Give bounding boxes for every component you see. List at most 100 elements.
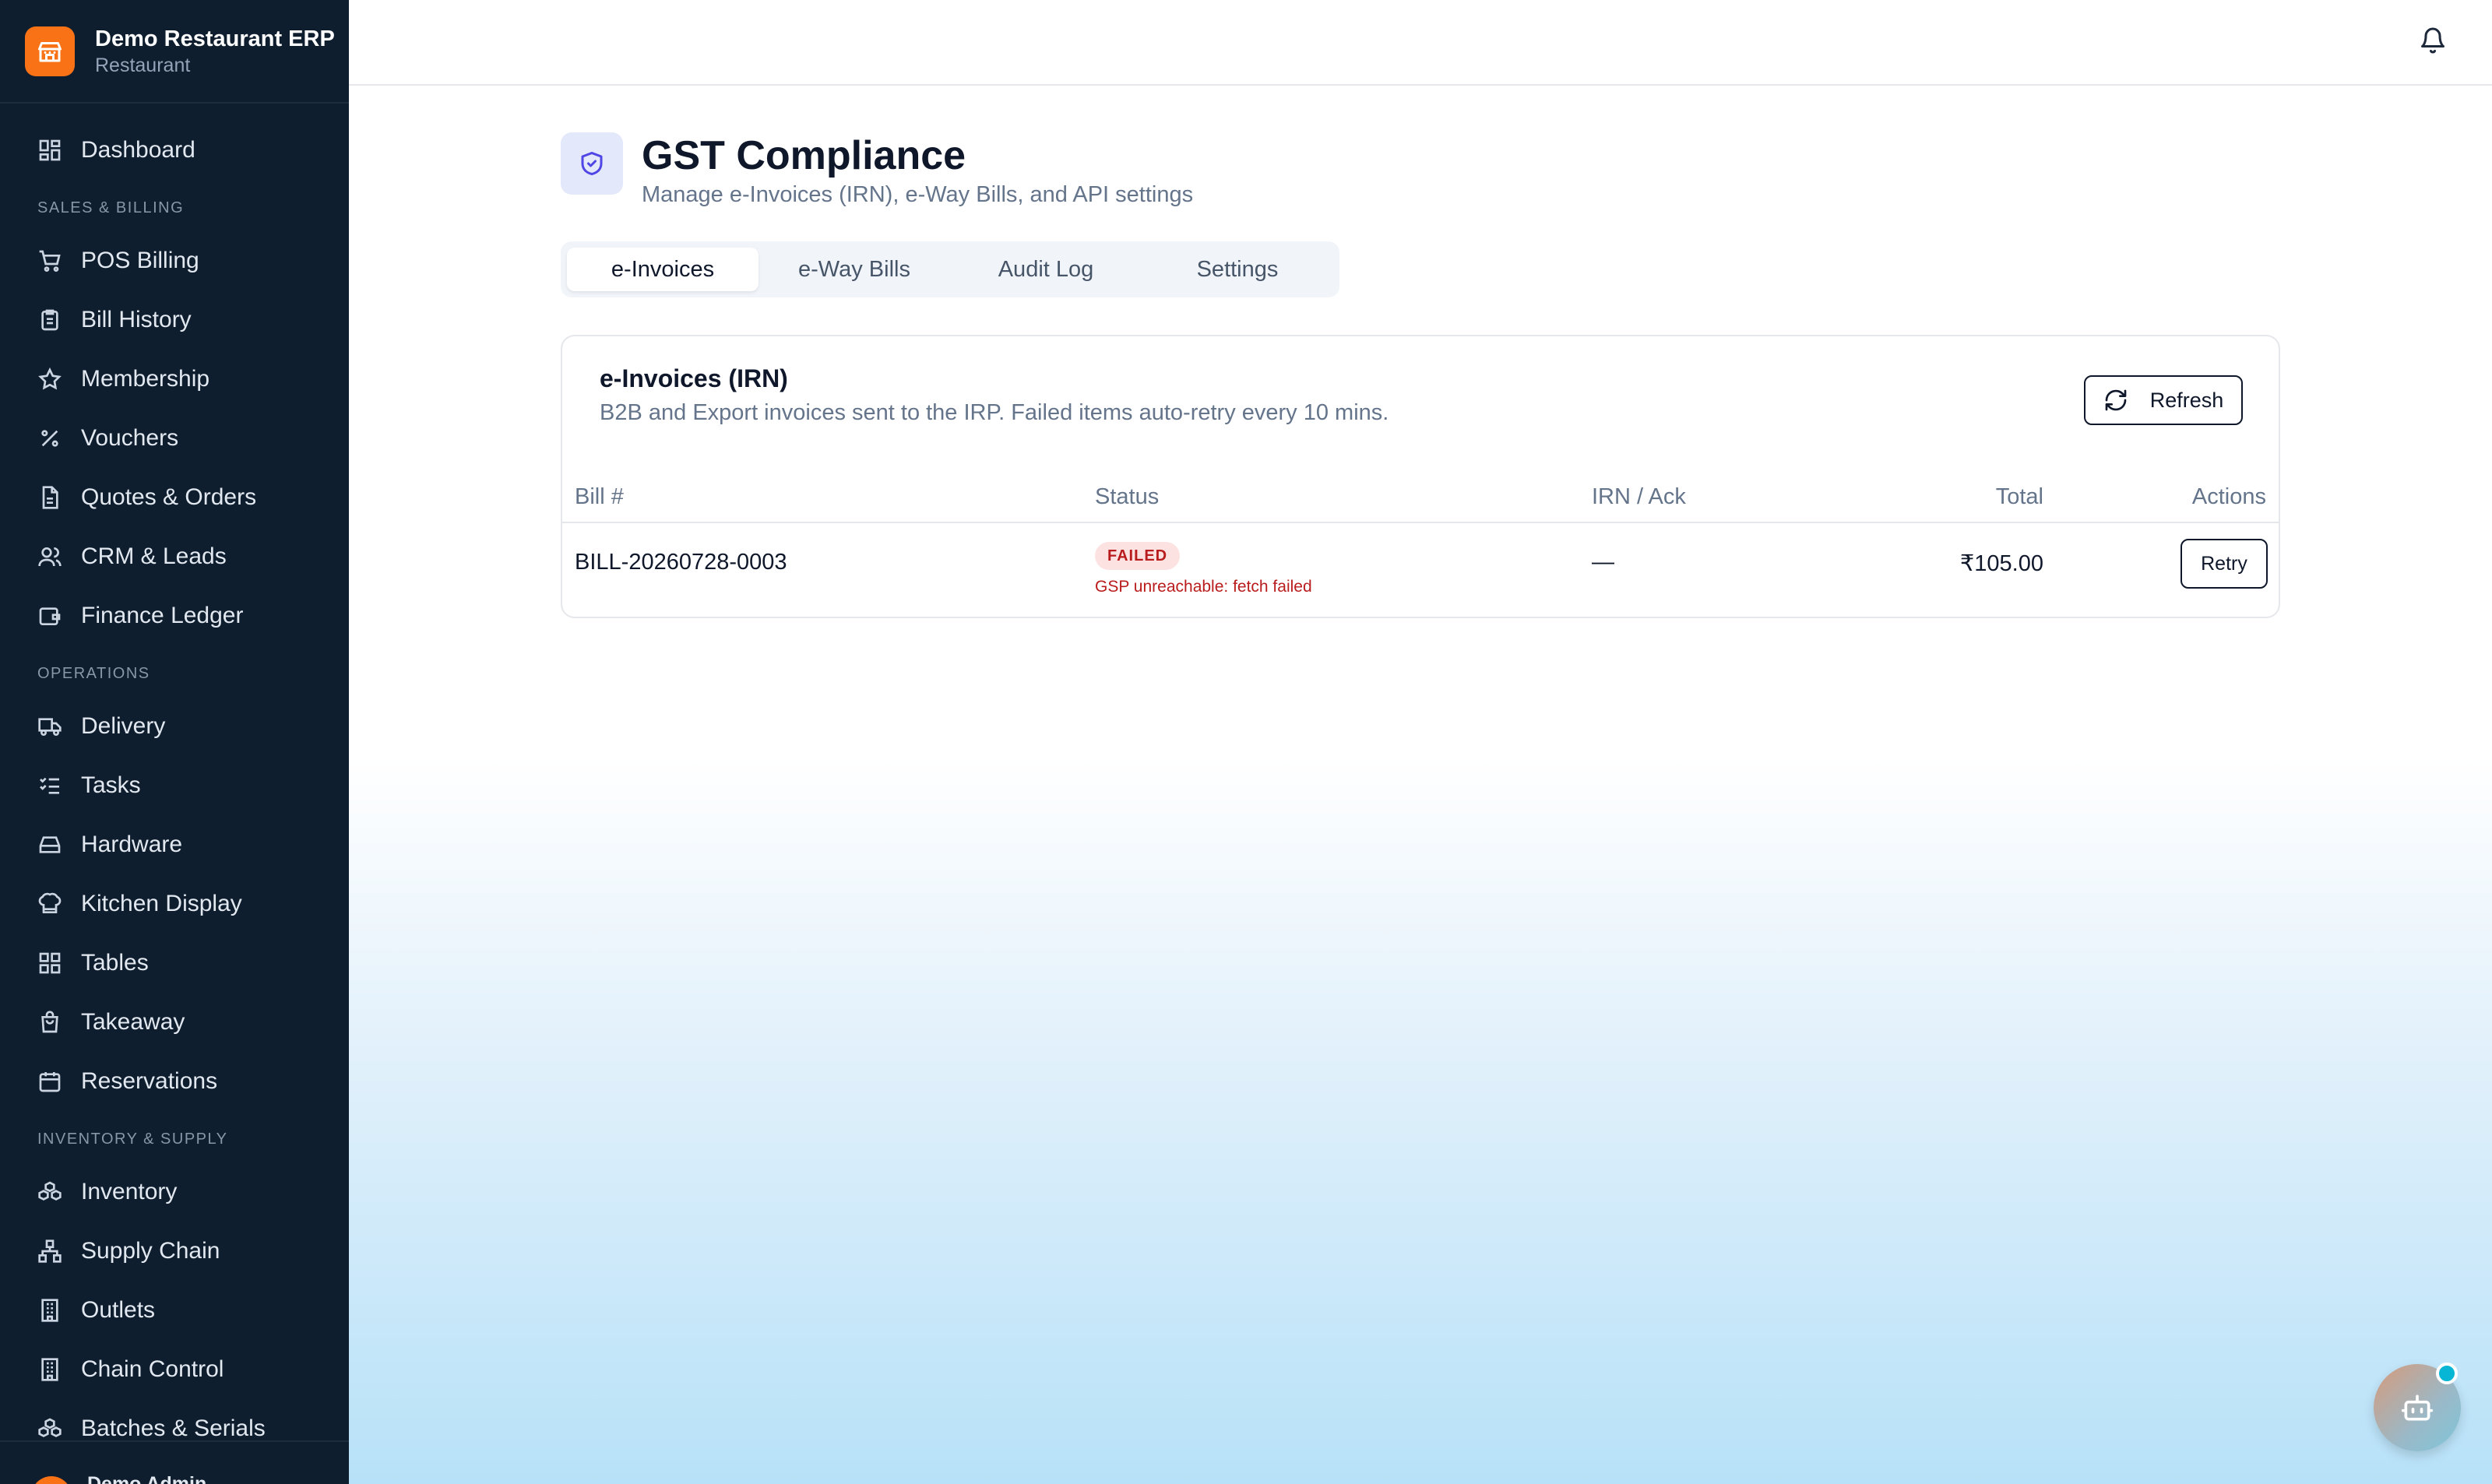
sidebar-item-label: POS Billing	[81, 248, 199, 273]
nav-section-inventory-supply: INVENTORY & SUPPLY	[37, 1130, 228, 1148]
tab-e-invoices[interactable]: e-Invoices	[567, 248, 759, 291]
sidebar-item-label: Delivery	[81, 713, 166, 739]
refresh-button[interactable]: Refresh	[2084, 375, 2243, 425]
calendar-icon	[39, 1072, 61, 1092]
sidebar-item-label: Inventory	[81, 1179, 178, 1204]
status-badge: FAILED	[1095, 542, 1181, 570]
page-header: GST Compliance Manage e-Invoices (IRN), …	[561, 131, 1193, 209]
e-invoices-card: e-Invoices (IRN) B2B and Export invoices…	[561, 335, 2280, 618]
truck-icon	[38, 718, 62, 736]
sidebar-item-tasks[interactable]: Tasks	[0, 756, 349, 815]
sidebar-item-vouchers[interactable]: Vouchers	[0, 409, 349, 468]
chef-hat-icon	[38, 892, 62, 913]
sidebar-user-footer[interactable]: Demo Admin	[0, 1440, 349, 1484]
sidebar-item-label: Outlets	[81, 1297, 156, 1323]
wallet-icon	[39, 607, 61, 625]
sidebar-item-label: Bill History	[81, 307, 192, 332]
sidebar-item-finance-ledger[interactable]: Finance Ledger	[0, 586, 349, 645]
sidebar-item-label: Chain Control	[81, 1356, 224, 1382]
star-icon	[38, 367, 62, 390]
tab-settings[interactable]: Settings	[1142, 248, 1333, 291]
grid-icon	[39, 952, 61, 974]
column-header-irn: IRN / Ack	[1592, 484, 1686, 509]
sidebar-item-takeaway[interactable]: Takeaway	[0, 993, 349, 1052]
sidebar-item-label: Kitchen Display	[81, 891, 242, 916]
sidebar-item-label: Takeaway	[81, 1009, 185, 1035]
column-header-total: Total	[1995, 484, 2043, 509]
sidebar-item-label: Tasks	[81, 772, 141, 798]
column-header-actions: Actions	[2191, 484, 2266, 509]
sidebar-item-chain-control[interactable]: Chain Control	[0, 1340, 349, 1399]
boxes-icon	[38, 1181, 62, 1201]
column-header-bill: Bill #	[575, 484, 624, 509]
sidebar-item-label: Hardware	[81, 832, 183, 857]
sidebar-item-quotes-orders[interactable]: Quotes & Orders	[0, 468, 349, 527]
avatar	[31, 1476, 72, 1484]
error-message: GSP unreachable: fetch failed	[1095, 578, 1312, 596]
store-icon	[25, 26, 75, 76]
user-name: Demo Admin	[87, 1473, 207, 1484]
refresh-icon	[2105, 389, 2127, 411]
percent-icon	[41, 430, 58, 447]
bag-icon	[41, 1011, 58, 1033]
brand-name: Demo Restaurant ERP	[95, 26, 335, 51]
sidebar-item-label: Vouchers	[81, 425, 179, 451]
users-icon	[38, 547, 62, 567]
refresh-label: Refresh	[2149, 388, 2224, 412]
tab-e-way-bills[interactable]: e-Way Bills	[759, 248, 950, 291]
shield-check-icon	[561, 132, 623, 195]
sidebar-item-inventory[interactable]: Inventory	[0, 1162, 349, 1222]
nav-section-sales-billing: SALES & BILLING	[37, 199, 185, 216]
bill-number: BILL-20260728-0003	[575, 550, 787, 575]
sidebar-item-supply-chain[interactable]: Supply Chain	[0, 1222, 349, 1281]
card-description: B2B and Export invoices sent to the IRP.…	[600, 400, 1389, 425]
sidebar: Demo Restaurant ERP Restaurant Dashboard…	[0, 0, 349, 1484]
network-icon	[38, 1240, 62, 1263]
notification-dot	[2436, 1363, 2458, 1384]
sidebar-item-label: Reservations	[81, 1068, 218, 1094]
sidebar-item-membership[interactable]: Membership	[0, 350, 349, 409]
bell-icon[interactable]	[2419, 26, 2447, 55]
sidebar-item-label: CRM & Leads	[81, 543, 227, 569]
building-icon	[41, 1358, 58, 1381]
table-row: BILL-20260728-0003 FAILED GSP unreachabl…	[562, 525, 2279, 618]
clipboard-icon	[41, 309, 58, 331]
sidebar-item-label: Quotes & Orders	[81, 484, 257, 510]
document-icon	[42, 486, 58, 509]
nav-section-operations: OPERATIONS	[37, 664, 150, 682]
sidebar-item-outlets[interactable]: Outlets	[0, 1281, 349, 1340]
sidebar-item-crm-leads[interactable]: CRM & Leads	[0, 527, 349, 586]
boxes-icon	[38, 1418, 62, 1437]
sidebar-item-label: Supply Chain	[81, 1238, 220, 1264]
building-icon	[41, 1299, 58, 1322]
sidebar-item-bill-history[interactable]: Bill History	[0, 290, 349, 350]
page-title: GST Compliance	[642, 133, 966, 178]
cart-icon	[39, 250, 61, 272]
sidebar-item-dashboard[interactable]: Dashboard	[0, 121, 349, 180]
checklist-icon	[40, 777, 59, 794]
page-subtitle: Manage e-Invoices (IRN), e-Way Bills, an…	[642, 182, 1194, 207]
sidebar-item-pos-billing[interactable]: POS Billing	[0, 231, 349, 290]
hard-drive-icon	[39, 836, 61, 853]
total-amount: ₹105.00	[1959, 551, 2043, 576]
tab-audit-log[interactable]: Audit Log	[950, 248, 1142, 291]
dashboard-icon	[39, 139, 61, 161]
sidebar-item-label: Finance Ledger	[81, 603, 244, 628]
tab-bar: e-Invoices e-Way Bills Audit Log Setting…	[561, 241, 1339, 297]
brand-subtitle: Restaurant	[95, 54, 191, 76]
sidebar-item-label: Tables	[81, 950, 149, 976]
sidebar-item-hardware[interactable]: Hardware	[0, 815, 349, 874]
sidebar-item-kitchen-display[interactable]: Kitchen Display	[0, 874, 349, 934]
top-bar	[349, 0, 2492, 86]
sidebar-item-label: Batches & Serials	[81, 1415, 266, 1441]
sidebar-item-label: Dashboard	[81, 137, 195, 163]
assistant-button[interactable]	[2374, 1363, 2461, 1451]
retry-button[interactable]: Retry	[2180, 539, 2268, 589]
sidebar-nav: Dashboard SALES & BILLING POS Billing Bi…	[0, 104, 349, 1458]
sidebar-item-reservations[interactable]: Reservations	[0, 1052, 349, 1111]
card-title: e-Invoices (IRN)	[600, 364, 788, 392]
sidebar-item-delivery[interactable]: Delivery	[0, 697, 349, 756]
sidebar-item-tables[interactable]: Tables	[0, 934, 349, 993]
brand-header[interactable]: Demo Restaurant ERP Restaurant	[0, 0, 349, 104]
table-header: Bill # Status IRN / Ack Total Actions	[562, 473, 2279, 523]
